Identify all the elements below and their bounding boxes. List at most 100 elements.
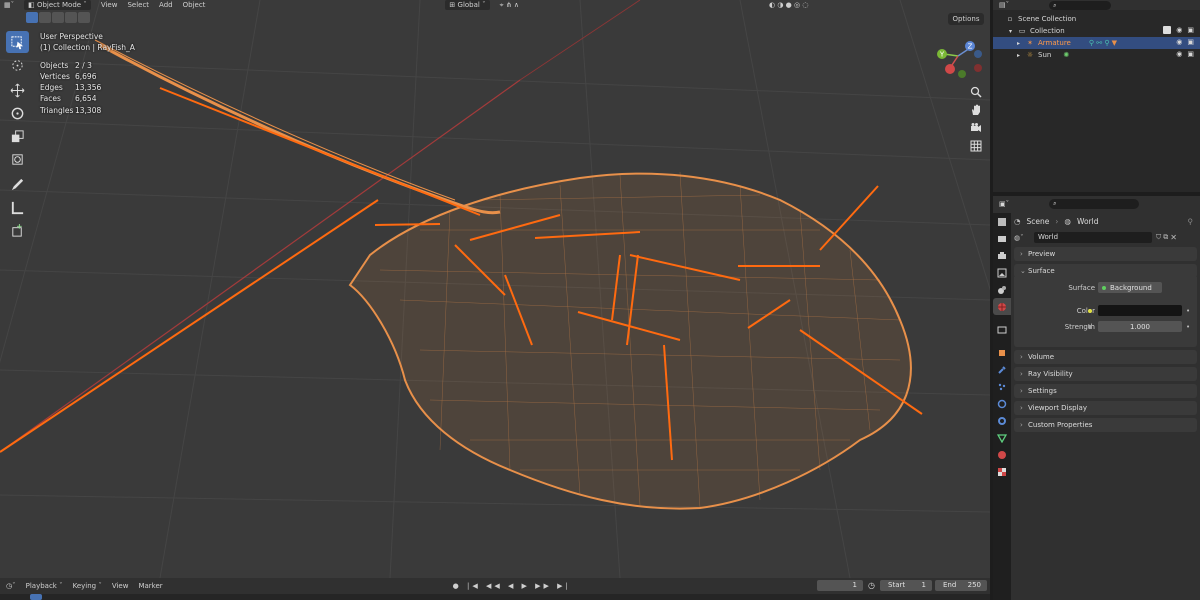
add-cube-tool[interactable] <box>6 219 29 241</box>
camera-icon[interactable]: ▣ <box>1187 50 1194 58</box>
annotate-tool[interactable] <box>6 173 29 195</box>
mode-dropdown[interactable]: ◧ Object Mode ˇ <box>24 0 91 10</box>
world-name-field[interactable]: World <box>1034 232 1152 243</box>
properties-search-input[interactable]: ⌕ <box>1049 199 1140 209</box>
stat-triangles: Triangles 13,308 <box>40 105 135 116</box>
tab-output[interactable] <box>993 247 1011 264</box>
keyframe-dot-icon[interactable]: • <box>1186 321 1190 333</box>
frame-ruler[interactable] <box>0 594 990 600</box>
tab-physics[interactable] <box>993 395 1011 412</box>
outliner-search-input[interactable]: ⌕ <box>1049 0 1112 10</box>
panel-surface[interactable]: ⌄ Surface <box>1014 264 1197 278</box>
outliner-item-collection[interactable]: ▾ ▭ Collection ◉ ▣ <box>993 25 1200 37</box>
strength-field[interactable]: 1.000 <box>1098 321 1182 332</box>
tab-material[interactable] <box>993 446 1011 463</box>
camera-icon[interactable]: ▣ <box>1187 38 1194 46</box>
checkbox-icon[interactable] <box>1163 26 1172 34</box>
shading-icons[interactable]: ◐ ◑ ● ◎ ◌ <box>769 1 808 9</box>
select-box-icon <box>11 35 24 49</box>
menu-view[interactable]: View <box>101 1 118 9</box>
playback-controls[interactable]: ● |◀ ◀◀ ◀ ▶ ▶▶ ▶| <box>453 582 571 590</box>
expand-arrow-icon[interactable]: ▸ <box>1017 40 1025 47</box>
sun-data-icon[interactable]: ✺ <box>1063 51 1069 59</box>
transform-tool[interactable] <box>6 148 29 170</box>
orientation-dropdown[interactable]: ⊞ Global ˇ <box>445 0 490 10</box>
panel-preview[interactable]: › Preview <box>1014 247 1197 261</box>
tab-scene[interactable] <box>993 281 1011 298</box>
color-swatch[interactable] <box>1098 305 1182 316</box>
scale-icon <box>11 129 24 142</box>
move-tool[interactable] <box>6 79 29 101</box>
menu-view[interactable]: View <box>112 582 129 590</box>
zoom-button[interactable] <box>968 84 984 100</box>
outliner-editor-icon[interactable]: ▤ˇ <box>999 1 1009 9</box>
close-icon[interactable]: ✕ <box>1170 233 1177 242</box>
tab-modifiers[interactable] <box>993 361 1011 378</box>
current-frame-field[interactable]: 1 <box>817 580 863 591</box>
select-subtract-icon[interactable] <box>52 12 64 23</box>
menu-object[interactable]: Object <box>183 1 206 9</box>
tab-render[interactable] <box>993 230 1011 247</box>
eye-icon[interactable]: ◉ <box>1176 50 1182 58</box>
properties-editor-icon[interactable]: ▣ˇ <box>999 200 1009 208</box>
options-button[interactable]: Options <box>948 13 984 25</box>
tab-particles[interactable] <box>993 378 1011 395</box>
armature-data-icons[interactable]: ⚲ ⚯ ⚲ ▼ <box>1089 39 1117 47</box>
select-intersect-icon[interactable] <box>78 12 90 23</box>
tab-object[interactable] <box>993 344 1011 361</box>
camera-icon[interactable]: ▣ <box>1187 26 1194 34</box>
eye-icon[interactable]: ◉ <box>1176 26 1182 34</box>
scale-tool[interactable] <box>6 125 29 147</box>
cursor-tool[interactable] <box>6 54 29 76</box>
tab-constraints[interactable] <box>993 412 1011 429</box>
tab-data[interactable] <box>993 429 1011 446</box>
menu-keying[interactable]: Keying ˇ <box>73 582 102 590</box>
panel-viewport-display[interactable]: › Viewport Display <box>1014 401 1197 415</box>
measure-tool[interactable] <box>6 196 29 218</box>
tab-texture[interactable] <box>993 463 1011 480</box>
select-box-tool[interactable] <box>6 31 29 53</box>
eye-icon[interactable]: ◉ <box>1176 38 1182 46</box>
tab-view-layer[interactable] <box>993 264 1011 281</box>
editor-type-icon[interactable]: ▦ˇ <box>4 1 14 9</box>
menu-add[interactable]: Add <box>159 1 173 9</box>
outliner-item-armature[interactable]: ▸ ✶ Armature ⚲ ⚯ ⚲ ▼ ◉ ▣ <box>993 37 1200 49</box>
world-browse-icon[interactable]: ◍ˇ <box>1014 234 1034 242</box>
snap-icon[interactable]: ⌖ ⋔ ∧ <box>500 1 519 10</box>
select-difference-icon[interactable] <box>65 12 77 23</box>
expand-arrow-icon[interactable]: ▸ <box>1017 52 1025 59</box>
tab-collection[interactable] <box>993 321 1011 338</box>
menu-playback[interactable]: Playback ˇ <box>26 582 63 590</box>
menu-select[interactable]: Select <box>127 1 149 9</box>
playhead[interactable] <box>30 594 42 600</box>
navigation-gizmo[interactable]: Z Y <box>930 34 986 80</box>
3d-viewport[interactable]: ▦ˇ ◧ Object Mode ˇ View Select Add Objec… <box>0 0 990 578</box>
outliner-item-sun[interactable]: ▸ ☼ Sun ✺ ◉ ▣ <box>993 49 1200 61</box>
select-new-icon[interactable] <box>26 12 38 23</box>
tab-world[interactable] <box>993 298 1011 315</box>
fake-user-icon[interactable]: ⛉ <box>1156 233 1163 242</box>
surface-shader-field[interactable]: Background <box>1098 282 1162 293</box>
start-frame-field[interactable]: Start 1 <box>880 580 932 591</box>
expand-arrow-icon[interactable]: ▾ <box>1009 28 1017 35</box>
panel-ray-visibility[interactable]: › Ray Visibility <box>1014 367 1197 381</box>
panel-settings[interactable]: › Settings <box>1014 384 1197 398</box>
outliner-item-scene-collection[interactable]: ▫ Scene Collection <box>993 13 1200 25</box>
clock-icon[interactable]: ◷ <box>868 581 875 590</box>
viewport-canvas[interactable] <box>0 0 990 578</box>
pin-icon[interactable]: ⚲ <box>1188 217 1194 226</box>
panel-custom-properties[interactable]: › Custom Properties <box>1014 418 1197 432</box>
camera-view-button[interactable] <box>968 120 984 136</box>
tab-tool[interactable] <box>993 213 1011 230</box>
panel-volume[interactable]: › Volume <box>1014 350 1197 364</box>
duplicate-icon[interactable]: ⧉ <box>1163 233 1168 242</box>
ortho-toggle-button[interactable] <box>968 138 984 154</box>
rotate-tool[interactable] <box>6 102 29 124</box>
end-frame-field[interactable]: End 250 <box>935 580 987 591</box>
timeline-editor-icon[interactable]: ◷ˇ <box>6 582 16 590</box>
pan-button[interactable] <box>968 102 984 118</box>
select-extend-icon[interactable] <box>39 12 51 23</box>
keyframe-dot-icon[interactable]: • <box>1186 305 1190 317</box>
menu-marker[interactable]: Marker <box>138 582 162 590</box>
stat-label: Vertices <box>40 71 70 81</box>
